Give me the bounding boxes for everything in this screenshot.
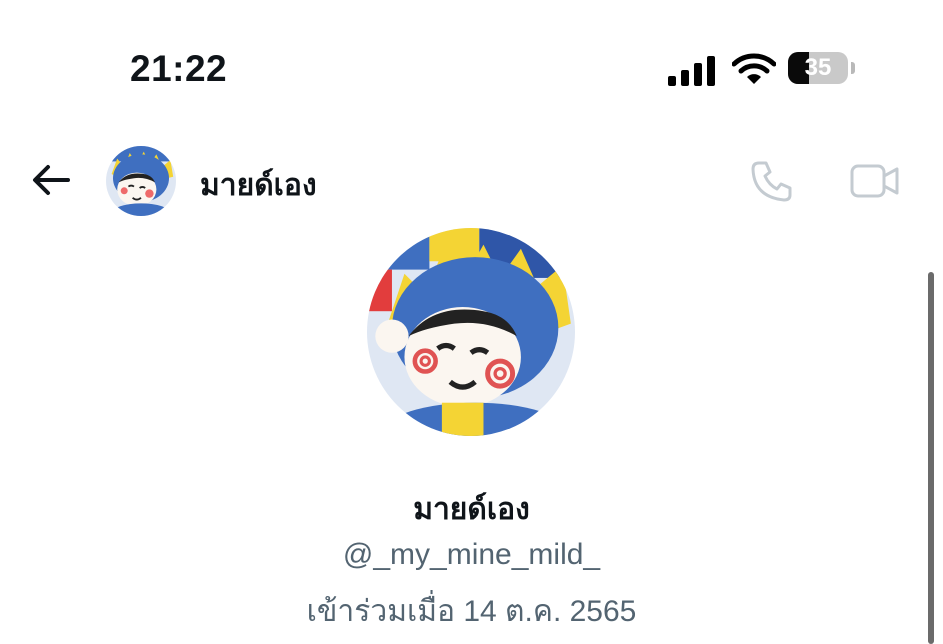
profile-handle[interactable]: @_my_mine_mild_ [0, 538, 943, 572]
wifi-icon [732, 53, 776, 84]
profile-avatar[interactable] [367, 228, 575, 436]
status-bar: 21:22 35 [0, 0, 943, 130]
avatar-image [367, 228, 575, 436]
avatar-image [106, 146, 176, 216]
profile-joined-date: เข้าร่วมเมื่อ 14 ต.ค. 2565 [306, 595, 637, 628]
battery-level: 35 [804, 54, 832, 81]
battery-icon: 35 [788, 52, 858, 86]
scrollbar[interactable] [928, 272, 934, 644]
cellular-signal-icon [668, 56, 715, 86]
back-arrow-icon[interactable] [28, 160, 74, 200]
header-avatar[interactable] [106, 146, 176, 216]
status-time: 21:22 [130, 48, 228, 89]
profile-name: มายด์เอง [413, 493, 530, 526]
phone-icon[interactable] [750, 159, 794, 203]
video-camera-icon[interactable] [850, 162, 900, 200]
header-name[interactable]: มายด์เอง [200, 162, 317, 209]
chat-header: มายด์เอง [0, 130, 943, 230]
